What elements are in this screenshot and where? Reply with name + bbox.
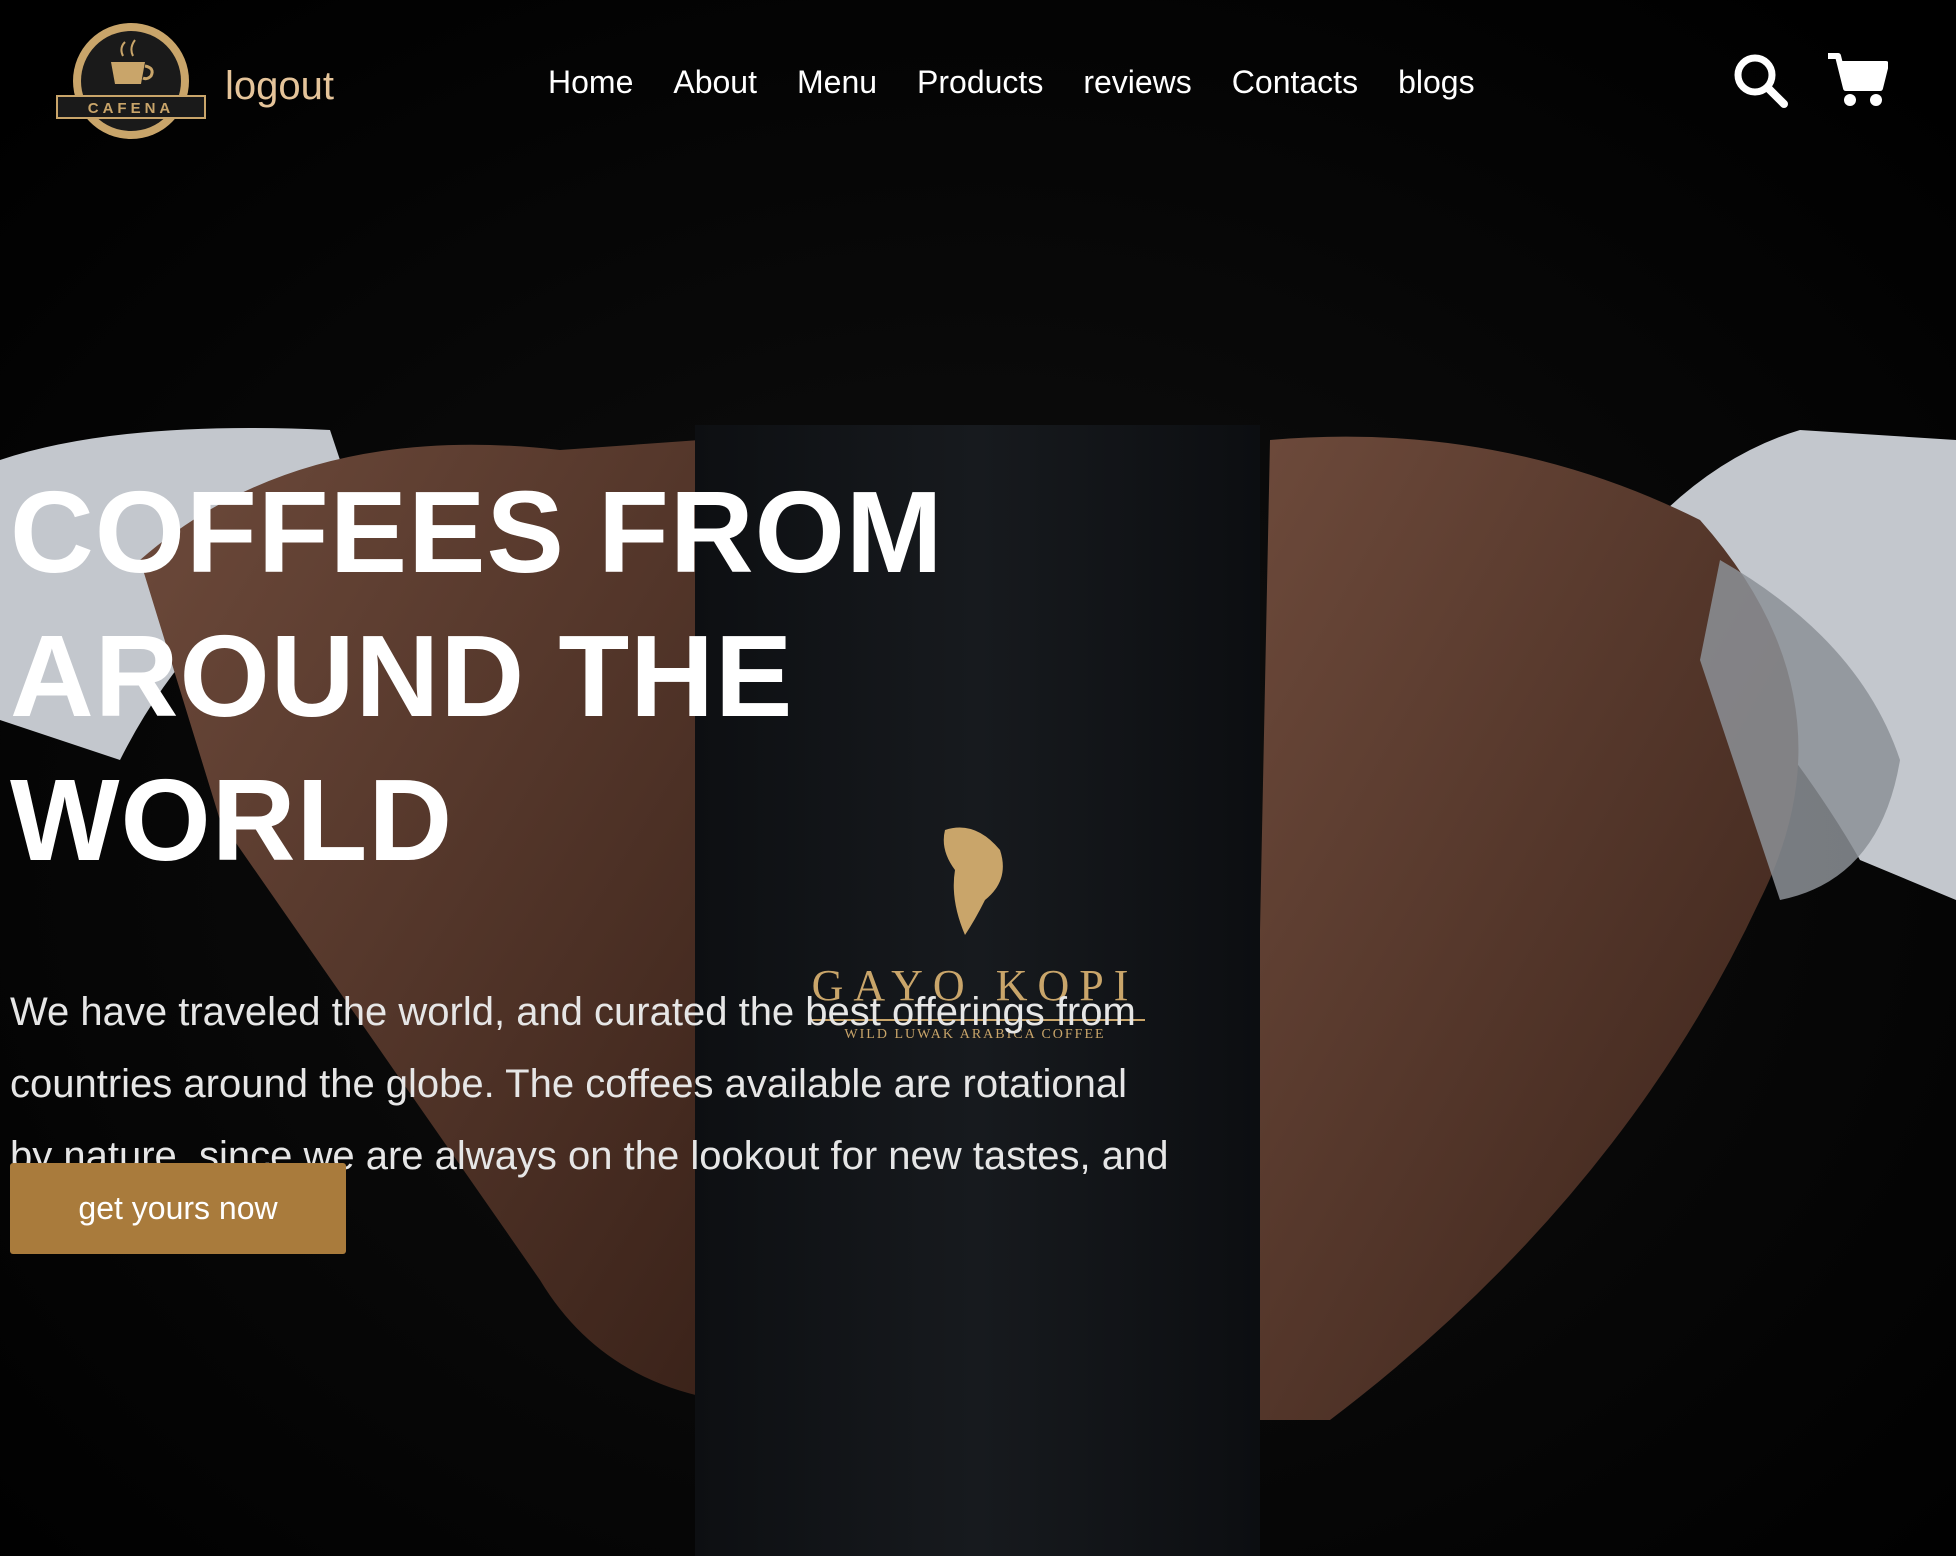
nav-blogs[interactable]: blogs (1398, 60, 1475, 104)
search-icon[interactable] (1732, 52, 1788, 108)
hero-content: COFFEES FROM AROUND THE WORLD We have tr… (10, 460, 1210, 1264)
get-yours-now-button[interactable]: get yours now (10, 1163, 346, 1254)
hero-title: COFFEES FROM AROUND THE WORLD (10, 460, 1210, 892)
nav-reviews[interactable]: reviews (1083, 60, 1191, 104)
nav-about[interactable]: About (673, 60, 757, 104)
cart-icon[interactable] (1826, 52, 1888, 108)
nav-products[interactable]: Products (917, 60, 1043, 104)
nav-menu[interactable]: Menu (797, 60, 877, 104)
main-nav: Home About Menu Products reviews Contact… (548, 60, 1515, 104)
hero-title-line2: AROUND THE WORLD (10, 611, 794, 885)
nav-contacts[interactable]: Contacts (1232, 60, 1358, 104)
site-header: CAFENA logout Home About Menu Products r… (0, 0, 1956, 165)
hero-title-line1: COFFEES FROM (10, 467, 944, 597)
logo-icon[interactable]: CAFENA (55, 18, 207, 144)
nav-home[interactable]: Home (548, 60, 633, 104)
logo-text: CAFENA (88, 100, 175, 117)
logout-link[interactable]: logout (225, 64, 334, 109)
